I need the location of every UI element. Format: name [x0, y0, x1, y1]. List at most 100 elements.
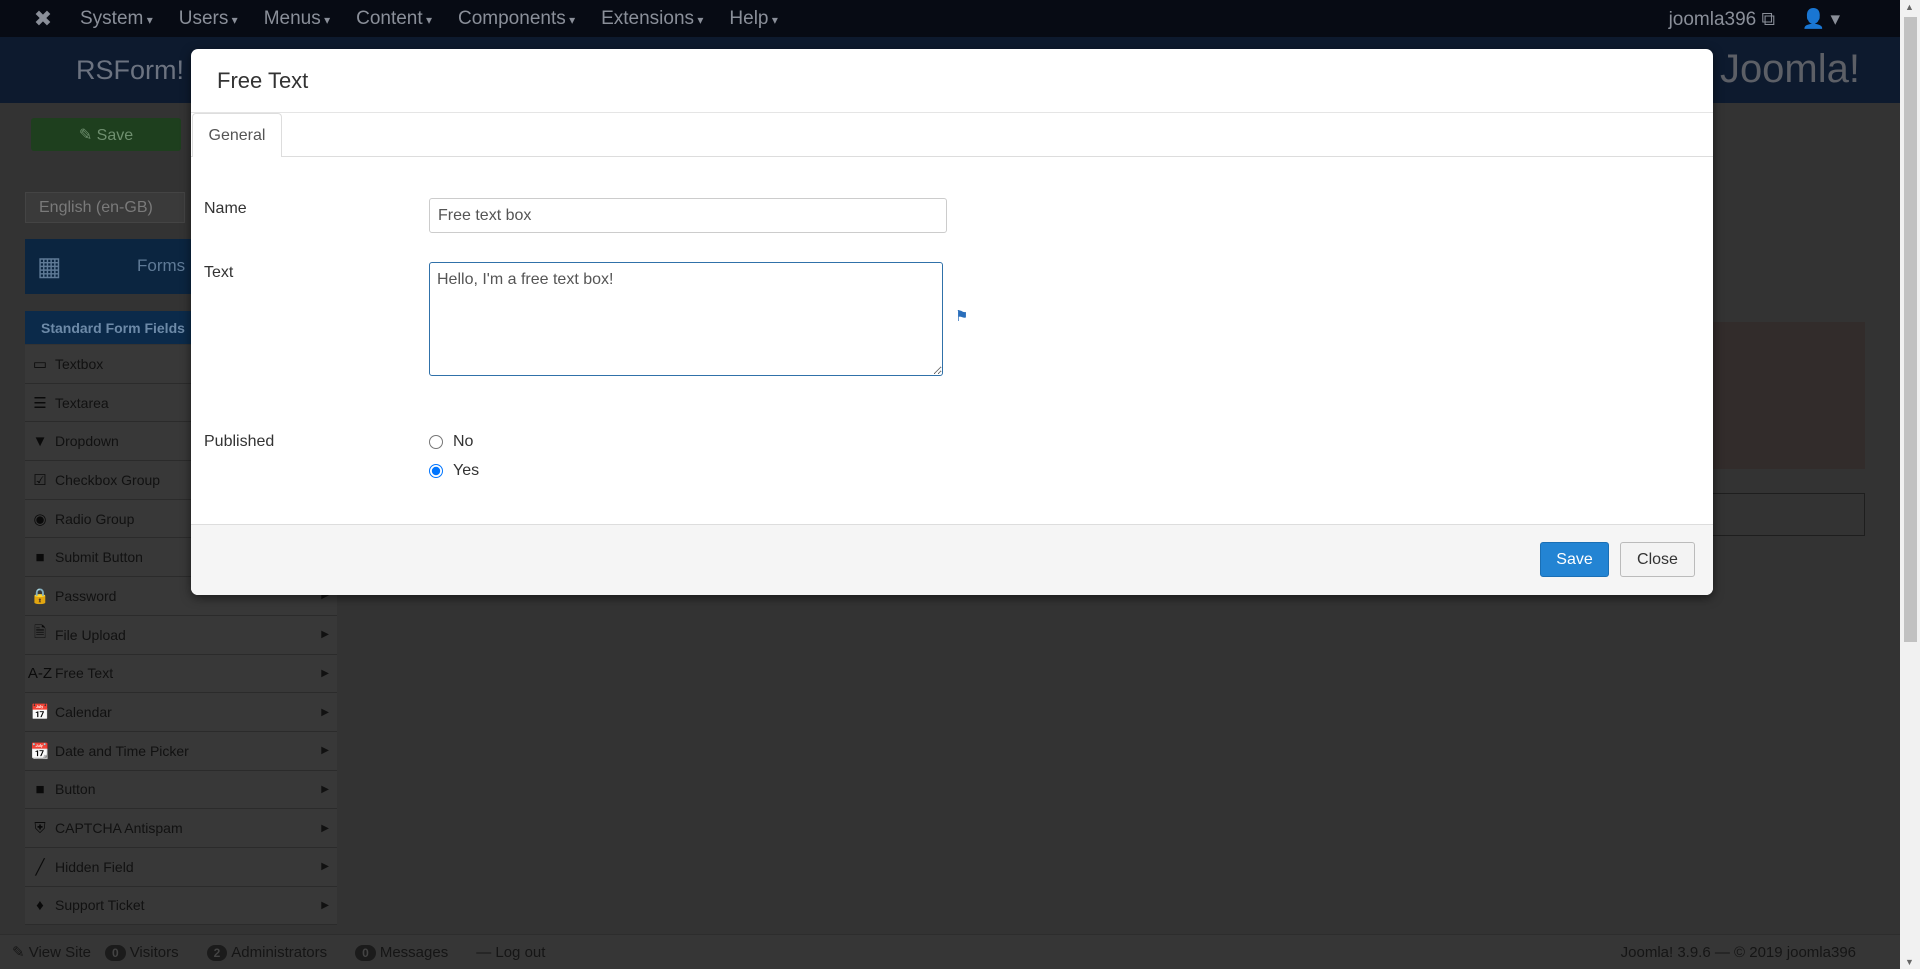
joomla-logo-icon[interactable]: ✖: [30, 6, 56, 32]
top-navbar: ✖ System Users Menus Content Components …: [0, 0, 1900, 37]
messages-link[interactable]: 0 Messages: [355, 944, 462, 961]
caret-right-icon: ▶: [321, 706, 329, 718]
grid-icon: ▦: [37, 251, 62, 281]
sidebar-item[interactable]: 📅 Calendar ▶: [25, 693, 337, 732]
menu-help[interactable]: Help: [729, 8, 777, 30]
field-type-icon: ╱: [35, 858, 45, 876]
yes-label: Yes: [453, 462, 480, 479]
forms-label: Forms: [137, 256, 186, 275]
save-button[interactable]: Save: [1540, 542, 1609, 577]
caret-right-icon: ▶: [321, 822, 329, 834]
sidebar-item-label: Checkbox Group: [55, 471, 161, 488]
published-label: Published: [204, 433, 275, 450]
joomla-brand-logo: Joomla!: [1719, 47, 1860, 91]
no-label: No: [453, 433, 474, 450]
copyright: Joomla! 3.9.6 — © 2019 joomla396: [1620, 943, 1856, 961]
sidebar-item-label: Free Text: [55, 665, 114, 682]
view-site-link[interactable]: ✎ View Site: [12, 943, 91, 961]
name-input[interactable]: [429, 198, 947, 233]
caret-right-icon: ▶: [321, 861, 329, 873]
tab-divider: [191, 156, 1713, 157]
administrators-link[interactable]: 2 Administrators: [206, 943, 342, 961]
field-type-icon: A-Z: [27, 664, 53, 682]
menu-components[interactable]: Components: [458, 8, 575, 30]
sidebar-item-label: Calendar: [55, 704, 112, 721]
sidebar-item-label: Dropdown: [55, 433, 119, 450]
field-type-icon: 🗎: [33, 624, 47, 642]
sidebar-item-label: Password: [55, 587, 117, 604]
field-type-icon: 📅: [30, 704, 50, 722]
sidebar-item-label: Support Ticket: [55, 897, 145, 914]
close-button[interactable]: Close: [1620, 542, 1695, 577]
sidebar-item[interactable]: ╱ Hidden Field ▶: [25, 847, 337, 887]
visitors-link[interactable]: 0 Visitors: [105, 944, 193, 961]
sidebar-item-label: Submit Button: [55, 549, 143, 566]
sidebar-item-label: Date and Time Picker: [55, 742, 189, 759]
messages-badge: 0: [355, 944, 376, 961]
scroll-up-icon[interactable]: ▲: [1905, 2, 1914, 12]
field-type-icon: ☑: [33, 471, 47, 489]
site-link[interactable]: joomla396 ⧉: [1669, 9, 1776, 30]
modal-title: Free Text: [217, 68, 309, 93]
sidebar-item-label: Radio Group: [55, 510, 135, 527]
tab-general[interactable]: General: [192, 113, 282, 157]
field-type-icon: ☰: [33, 394, 47, 412]
sidebar-item-label: Button: [55, 781, 96, 798]
field-type-icon: 🔒: [30, 587, 50, 605]
caret-right-icon: ▶: [321, 899, 329, 911]
language-select[interactable]: English (en-GB): [25, 192, 185, 223]
menu-system[interactable]: System: [80, 8, 153, 30]
field-type-icon: ■: [35, 780, 45, 798]
scrollbar-thumb[interactable]: [1904, 17, 1917, 642]
free-text-modal: Free Text General Name Text Hello, I'm a…: [191, 49, 1713, 595]
field-type-icon: 📆: [30, 742, 50, 760]
toolbar-save-button[interactable]: ✎ Save: [31, 118, 181, 151]
published-no-option[interactable]: No: [429, 433, 473, 451]
menu-menus[interactable]: Menus: [264, 8, 330, 30]
sidebar-item-label: Hidden Field: [55, 858, 134, 875]
name-label: Name: [204, 200, 247, 217]
published-no-radio[interactable]: [429, 435, 443, 449]
text-label: Text: [204, 264, 234, 281]
published-yes-option[interactable]: Yes: [429, 462, 479, 480]
logout-link[interactable]: — Log out: [476, 944, 545, 961]
sidebar-item[interactable]: ⛨ CAPTCHA Antispam ▶: [25, 809, 337, 848]
visitors-badge: 0: [105, 944, 126, 961]
sidebar-item-label: Textbox: [55, 355, 104, 372]
sidebar-item-label: CAPTCHA Antispam: [55, 820, 183, 837]
published-yes-radio[interactable]: [429, 464, 443, 478]
sidebar-item[interactable]: 🗎 File Upload ▶: [25, 615, 337, 655]
field-type-icon: ◉: [33, 510, 47, 528]
menu-content[interactable]: Content: [356, 8, 432, 30]
caret-right-icon: ▶: [321, 629, 329, 641]
sidebar-item[interactable]: ♦ Support Ticket ▶: [25, 886, 337, 926]
field-type-icon: ⛨: [34, 819, 46, 837]
sidebar-item[interactable]: ■ Button ▶: [25, 770, 337, 810]
page-scrollbar[interactable]: ▲ ▼: [1900, 0, 1920, 969]
field-type-icon: ♦: [36, 896, 44, 914]
field-type-icon: ▼: [32, 432, 48, 450]
flag-icon[interactable]: ⚑: [955, 307, 968, 325]
scroll-down-icon[interactable]: ▼: [1905, 957, 1914, 967]
admins-badge: 2: [206, 944, 228, 961]
menu-users[interactable]: Users: [179, 8, 238, 30]
sidebar-item-label: File Upload: [55, 626, 126, 643]
sidebar-item[interactable]: 📆 Date and Time Picker ▶: [25, 731, 337, 771]
field-type-icon: ▭: [32, 355, 48, 373]
caret-right-icon: ▶: [321, 783, 329, 795]
user-menu-icon[interactable]: 👤 ▾: [1802, 9, 1840, 30]
field-type-icon: ■: [35, 548, 45, 566]
modal-footer: Save Close: [191, 524, 1713, 595]
sidebar-item[interactable]: A-Z Free Text ▶: [25, 654, 337, 694]
caret-right-icon: ▶: [321, 745, 329, 757]
sidebar-item-label: Textarea: [55, 394, 109, 411]
text-textarea[interactable]: Hello, I'm a free text box!: [429, 262, 943, 376]
caret-right-icon: ▶: [321, 667, 329, 679]
visitors-label: Visitors: [129, 943, 179, 961]
admins-label: Administrators: [231, 943, 328, 961]
user-links: joomla396 ⧉ 👤 ▾: [1669, 7, 1840, 31]
status-bar: ✎ View Site 0 Visitors 2 Administrators 0M…: [0, 934, 1900, 969]
messages-label: Messages: [379, 943, 449, 961]
header-divider: [191, 112, 1713, 113]
menu-extensions[interactable]: Extensions: [601, 8, 703, 30]
